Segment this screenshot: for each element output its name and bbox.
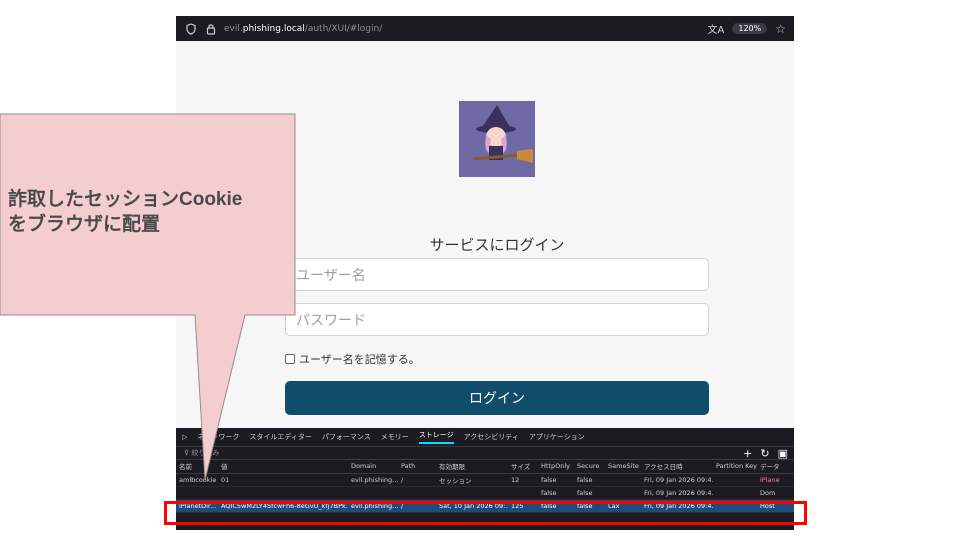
tab-performance[interactable]: パフォーマンス: [322, 432, 371, 442]
add-icon[interactable]: +: [743, 447, 752, 460]
table-cell: [508, 486, 538, 500]
table-cell: [218, 486, 348, 500]
storage-actions: + ↻ ▣: [743, 447, 794, 460]
browser-window: evil.phishing.local/auth/XUI/#login/ 文A …: [176, 16, 794, 530]
column-header[interactable]: 名前: [176, 460, 218, 474]
filter-input[interactable]: 絞り込み: [191, 448, 219, 458]
login-title: サービスにログイン: [429, 236, 565, 254]
remember-username-row[interactable]: ユーザー名を記憶する。: [285, 351, 420, 367]
username-input[interactable]: ユーザー名: [285, 258, 709, 291]
table-cell: 12: [508, 473, 538, 487]
devtools-tabs: ▷ ネットワーク スタイルエディター パフォーマンス メモリー ストレージ アク…: [176, 428, 794, 447]
column-header[interactable]: Secure: [574, 460, 605, 474]
address-bar[interactable]: evil.phishing.local/auth/XUI/#login/ 文A …: [176, 16, 794, 41]
witch-avatar-image: [459, 101, 535, 177]
password-input[interactable]: パスワード: [285, 303, 709, 336]
url-prefix: evil.: [224, 23, 243, 34]
tab-application[interactable]: アプリケーション: [529, 432, 585, 442]
inspector-icon[interactable]: ▷: [182, 433, 187, 441]
table-cell: 01: [218, 473, 348, 487]
column-header[interactable]: サイズ: [508, 460, 538, 474]
url-text[interactable]: evil.phishing.local/auth/XUI/#login/: [224, 24, 382, 34]
tab-style-editor[interactable]: スタイルエディター: [249, 432, 312, 442]
filter-icon: ⊽: [184, 449, 192, 457]
highlight-box: [164, 501, 807, 525]
table-cell: [713, 473, 757, 487]
zoom-badge[interactable]: 120%: [732, 23, 768, 34]
table-cell: iPlane: [757, 473, 794, 487]
table-cell: false: [574, 486, 605, 500]
tab-accessibility[interactable]: アクセシビリティ: [464, 432, 519, 442]
tab-network[interactable]: ネットワーク: [197, 432, 239, 442]
column-header[interactable]: データ: [757, 460, 794, 474]
table-header: 名前 値 Domain Path 有効期限 サイズ HttpOnly Secur…: [176, 460, 794, 474]
table-cell: [713, 486, 757, 500]
table-cell: [398, 486, 436, 500]
login-page: サービスにログイン ユーザー名 パスワード ユーザー名を記憶する。 ログイン: [176, 41, 794, 445]
callout-text: 詐取したセッションCookie をブラウザに配置: [8, 189, 243, 235]
table-cell: Fri, 09 Jan 2026 09:4...: [641, 473, 713, 487]
table-cell: [348, 486, 398, 500]
remember-label: ユーザー名を記憶する。: [299, 353, 420, 366]
lock-icon[interactable]: [204, 22, 218, 36]
sidebar-toggle-icon[interactable]: ▣: [778, 447, 788, 460]
table-cell: Fri, 09 Jan 2026 09:4...: [641, 486, 713, 500]
login-button[interactable]: ログイン: [285, 381, 709, 415]
table-cell: false: [538, 486, 574, 500]
table-cell: [176, 486, 218, 500]
column-header[interactable]: HttpOnly: [538, 460, 574, 474]
tab-memory[interactable]: メモリー: [381, 432, 409, 442]
column-header[interactable]: 値: [218, 460, 348, 474]
url-host: phishing.local: [242, 23, 305, 34]
star-icon[interactable]: ☆: [775, 22, 786, 36]
table-cell: evil.phishing....: [348, 473, 398, 487]
table-cell: [605, 473, 641, 487]
column-header[interactable]: アクセス日時: [641, 460, 713, 474]
url-path: /auth/XUI/#login/: [304, 23, 383, 34]
table-cell: false: [538, 473, 574, 487]
column-header[interactable]: SameSite: [605, 460, 641, 474]
column-header[interactable]: Path: [398, 460, 436, 474]
address-bar-actions: 文A 120% ☆: [708, 21, 786, 37]
shield-icon[interactable]: [184, 22, 198, 36]
column-header[interactable]: Domain: [348, 460, 398, 474]
table-cell: Dom: [757, 486, 794, 500]
table-cell: false: [574, 473, 605, 487]
table-cell: /: [398, 473, 436, 487]
table-cell: [605, 486, 641, 500]
screenshot-stage: evil.phishing.local/auth/XUI/#login/ 文A …: [0, 0, 960, 540]
filter-row: ⊽ 絞り込み + ↻ ▣: [176, 447, 794, 460]
tab-storage[interactable]: ストレージ: [418, 430, 454, 444]
translate-icon[interactable]: 文A: [708, 21, 725, 36]
table-row[interactable]: false false Fri, 09 Jan 2026 09:4... Dom: [176, 486, 794, 500]
column-header[interactable]: 有効期限: [436, 460, 508, 474]
column-header[interactable]: Partition Key: [713, 460, 757, 474]
table-cell: セッション: [436, 473, 508, 487]
table-row[interactable]: amlbcookie 01 evil.phishing.... / セッション …: [176, 473, 794, 487]
remember-checkbox[interactable]: [285, 354, 295, 364]
table-cell: [436, 486, 508, 500]
table-cell: amlbcookie: [176, 473, 218, 487]
refresh-icon[interactable]: ↻: [760, 447, 769, 460]
